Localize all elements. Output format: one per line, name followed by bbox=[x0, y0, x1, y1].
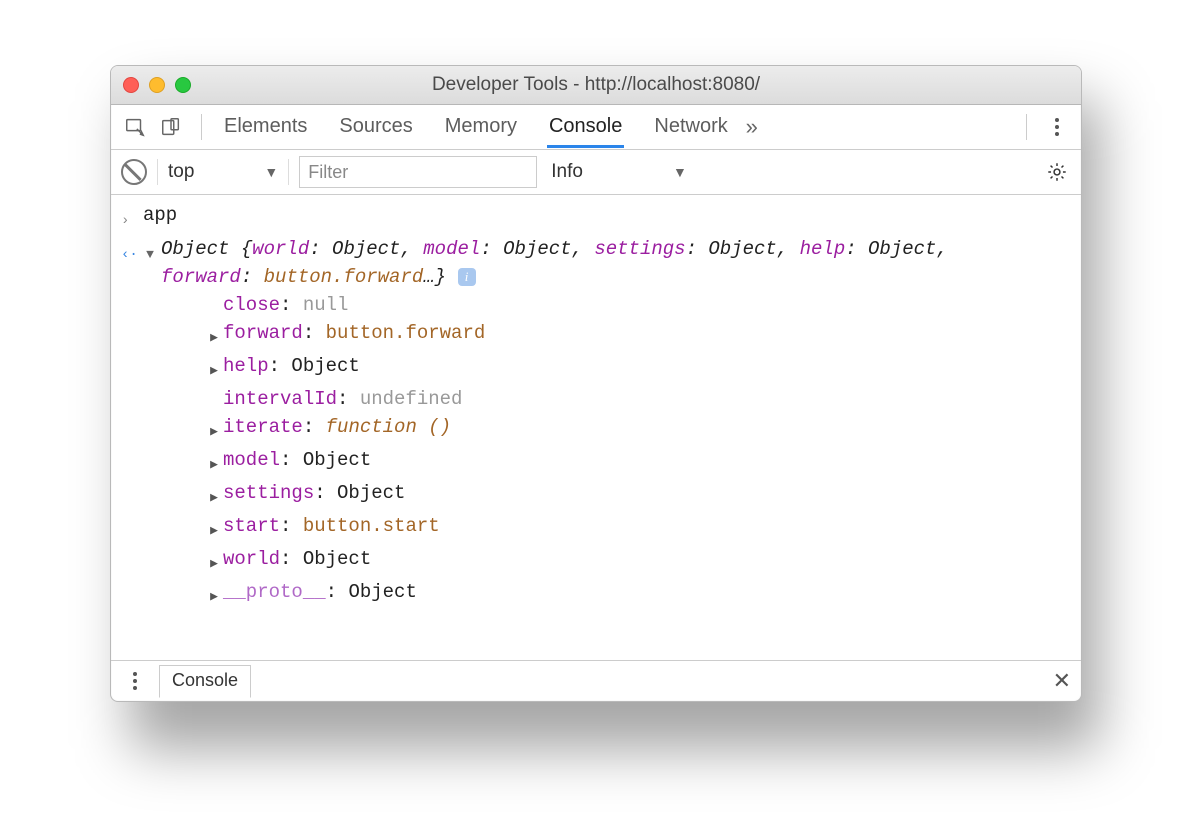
log-level-selector[interactable]: Info ▼ bbox=[551, 161, 687, 183]
tab-label: Sources bbox=[339, 115, 412, 137]
object-summary-row[interactable]: ▼ Object {world: Object, model: Object, … bbox=[143, 235, 1081, 291]
tab-sources[interactable]: Sources bbox=[337, 107, 414, 147]
clear-console-icon[interactable] bbox=[121, 159, 147, 185]
property-key: settings bbox=[223, 479, 314, 507]
property-key: start bbox=[223, 512, 280, 540]
expand-toggle-icon[interactable]: ▶ bbox=[207, 545, 221, 578]
tab-console[interactable]: Console bbox=[547, 107, 624, 148]
object-properties: close: null▶forward: button.forward▶help… bbox=[207, 291, 1081, 611]
expand-toggle-icon[interactable]: ▶ bbox=[207, 512, 221, 545]
object-property-row: close: null bbox=[207, 291, 1081, 319]
object-property-row[interactable]: ▶start: button.start bbox=[207, 512, 1081, 545]
window-controls bbox=[123, 77, 191, 93]
object-property-row[interactable]: ▶iterate: function () bbox=[207, 413, 1081, 446]
tab-label: Elements bbox=[224, 115, 307, 137]
property-value: button.forward bbox=[326, 319, 486, 347]
expand-toggle-icon[interactable]: ▼ bbox=[143, 235, 157, 269]
console-output: › app ‹· ▼ Object {world: Object, model:… bbox=[111, 195, 1081, 660]
property-key: intervalId bbox=[223, 385, 337, 413]
property-key: close bbox=[223, 291, 280, 319]
expand-toggle-icon[interactable]: ▶ bbox=[207, 578, 221, 611]
window-title: Developer Tools - http://localhost:8080/ bbox=[111, 74, 1081, 96]
property-key: help bbox=[223, 352, 269, 380]
property-key: world bbox=[223, 545, 280, 573]
device-toolbar-icon[interactable] bbox=[157, 113, 185, 141]
settings-menu-icon[interactable] bbox=[1043, 118, 1071, 136]
chevron-down-icon: ▼ bbox=[673, 164, 687, 180]
object-property-row[interactable]: ▶__proto__: Object bbox=[207, 578, 1081, 611]
inspect-element-icon[interactable] bbox=[121, 113, 149, 141]
info-badge-icon[interactable]: i bbox=[458, 268, 476, 286]
expand-toggle-icon[interactable]: ▶ bbox=[207, 413, 221, 446]
expand-toggle-icon[interactable]: ▶ bbox=[207, 319, 221, 352]
property-value: Object bbox=[348, 578, 416, 606]
console-toolbar: top ▼ Info ▼ bbox=[111, 150, 1081, 195]
filter-input[interactable] bbox=[299, 156, 537, 188]
chevron-down-icon: ▼ bbox=[264, 164, 278, 180]
minimize-window-button[interactable] bbox=[149, 77, 165, 93]
toolbar: Elements Sources Memory Console Network … bbox=[111, 105, 1081, 150]
object-property-row[interactable]: ▶forward: button.forward bbox=[207, 319, 1081, 352]
property-key: iterate bbox=[223, 413, 303, 441]
property-key: forward bbox=[223, 319, 303, 347]
drawer-tab-console[interactable]: Console bbox=[159, 665, 251, 698]
context-selector-label: top bbox=[168, 161, 194, 183]
property-value: Object bbox=[291, 352, 359, 380]
object-property-row[interactable]: ▶settings: Object bbox=[207, 479, 1081, 512]
tab-memory[interactable]: Memory bbox=[443, 107, 519, 147]
drawer-menu-icon[interactable] bbox=[121, 672, 149, 690]
property-value: Object bbox=[337, 479, 405, 507]
titlebar: Developer Tools - http://localhost:8080/ bbox=[111, 66, 1081, 105]
property-value: Object bbox=[303, 545, 371, 573]
expand-toggle-icon[interactable]: ▶ bbox=[207, 352, 221, 385]
tab-network[interactable]: Network bbox=[652, 107, 729, 147]
more-tabs-icon[interactable]: » bbox=[738, 113, 766, 141]
tab-elements[interactable]: Elements bbox=[222, 107, 309, 147]
devtools-window: Developer Tools - http://localhost:8080/… bbox=[110, 65, 1082, 702]
drawer-tab-label: Console bbox=[172, 670, 238, 690]
property-key: __proto__ bbox=[223, 578, 326, 606]
output-marker-icon: ‹· bbox=[121, 235, 137, 269]
close-drawer-icon[interactable]: ✕ bbox=[1053, 668, 1071, 694]
console-result: ‹· ▼ Object {world: Object, model: Objec… bbox=[121, 235, 1081, 611]
object-summary: Object {world: Object, model: Object, se… bbox=[161, 235, 961, 291]
property-value: button.start bbox=[303, 512, 440, 540]
property-value: function () bbox=[326, 413, 451, 441]
gear-icon[interactable] bbox=[1043, 158, 1071, 186]
input-marker-icon: › bbox=[121, 201, 137, 235]
object-property-row[interactable]: ▶world: Object bbox=[207, 545, 1081, 578]
property-key: model bbox=[223, 446, 280, 474]
property-value: Object bbox=[303, 446, 371, 474]
tab-label: Network bbox=[654, 115, 727, 137]
context-selector[interactable]: top ▼ bbox=[168, 161, 278, 183]
zoom-window-button[interactable] bbox=[175, 77, 191, 93]
tab-label: Console bbox=[549, 115, 622, 137]
property-value: null bbox=[303, 291, 349, 319]
console-input-echo: › app bbox=[121, 201, 1081, 235]
log-level-label: Info bbox=[551, 161, 583, 183]
drawer: Console ✕ bbox=[111, 660, 1081, 701]
object-property-row: intervalId: undefined bbox=[207, 385, 1081, 413]
expand-toggle-icon bbox=[207, 291, 221, 296]
panel-tabs: Elements Sources Memory Console Network bbox=[222, 107, 730, 147]
property-value: undefined bbox=[360, 385, 463, 413]
object-property-row[interactable]: ▶model: Object bbox=[207, 446, 1081, 479]
tab-label: Memory bbox=[445, 115, 517, 137]
expand-toggle-icon bbox=[207, 385, 221, 390]
object-property-row[interactable]: ▶help: Object bbox=[207, 352, 1081, 385]
expand-toggle-icon[interactable]: ▶ bbox=[207, 479, 221, 512]
close-window-button[interactable] bbox=[123, 77, 139, 93]
expand-toggle-icon[interactable]: ▶ bbox=[207, 446, 221, 479]
input-text: app bbox=[143, 201, 177, 229]
